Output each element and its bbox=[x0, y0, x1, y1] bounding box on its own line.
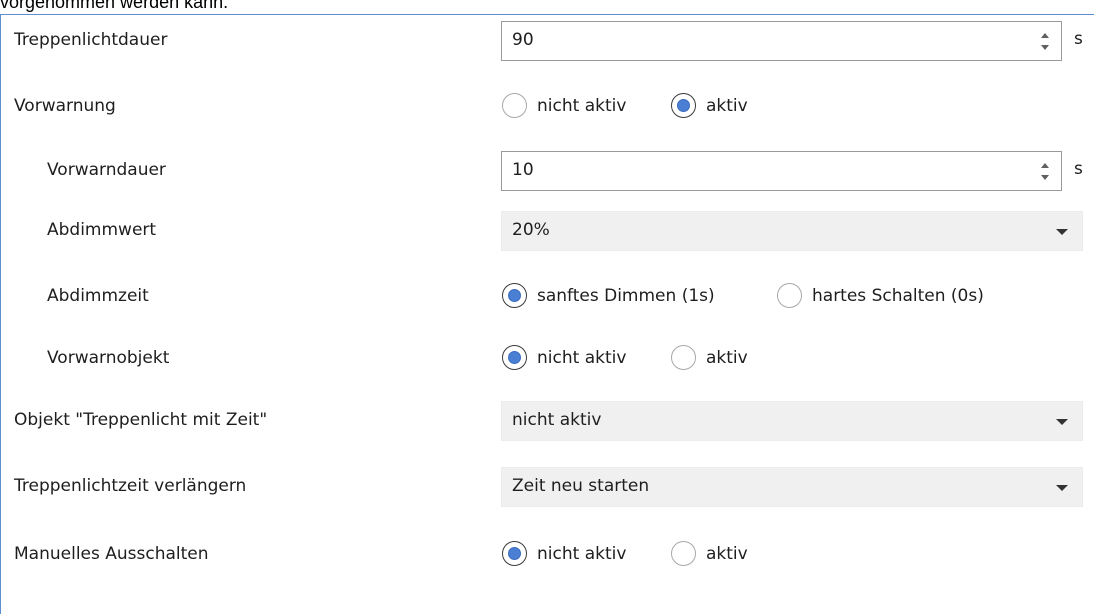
abdimmwert-dropdown[interactable]: 20% bbox=[501, 211, 1083, 251]
radio-checked-icon[interactable] bbox=[502, 541, 527, 566]
row-abdimmzeit: Abdimmzeit sanftes Dimmen (1s) hartes Sc… bbox=[1, 277, 1094, 317]
radio-label[interactable]: aktiv bbox=[706, 348, 748, 368]
label-manuelles-ausschalten: Manuelles Ausschalten bbox=[14, 544, 209, 564]
radio-unchecked-icon[interactable] bbox=[671, 541, 696, 566]
row-treppenlichtdauer: Treppenlichtdauer 90 s bbox=[1, 21, 1094, 61]
objekt-treppenlicht-selected-value[interactable]: nicht aktiv bbox=[512, 410, 601, 430]
label-vorwarndauer: Vorwarndauer bbox=[47, 160, 166, 180]
radio-label[interactable]: hartes Schalten (0s) bbox=[812, 286, 984, 306]
radio-label[interactable]: nicht aktiv bbox=[537, 96, 626, 116]
chevron-down-icon[interactable] bbox=[1056, 485, 1068, 491]
treppenlichtdauer-value[interactable]: 90 bbox=[512, 30, 534, 50]
vorwarndauer-value[interactable]: 10 bbox=[512, 160, 534, 180]
radio-unchecked-icon[interactable] bbox=[671, 345, 696, 370]
radio-label[interactable]: nicht aktiv bbox=[537, 544, 626, 564]
treppenlichtzeit-verlaengern-selected-value[interactable]: Zeit neu starten bbox=[512, 476, 649, 496]
row-vorwarnung: Vorwarnung nicht aktiv aktiv bbox=[1, 87, 1094, 127]
unit-seconds: s bbox=[1074, 159, 1083, 179]
unit-seconds: s bbox=[1074, 29, 1083, 49]
label-abdimmwert: Abdimmwert bbox=[47, 220, 157, 240]
radio-label[interactable]: nicht aktiv bbox=[537, 348, 626, 368]
vorwarndauer-spinbox[interactable]: 10 bbox=[501, 151, 1062, 191]
spin-down-icon[interactable] bbox=[1041, 175, 1049, 180]
row-treppenlichtzeit-verlaengern: Treppenlichtzeit verlängern Zeit neu sta… bbox=[1, 467, 1094, 507]
label-treppenlichtzeit-verlaengern: Treppenlichtzeit verlängern bbox=[14, 476, 247, 496]
radio-checked-icon[interactable] bbox=[671, 93, 696, 118]
parameter-panel: Treppenlichtdauer 90 s Vorwarnung nicht … bbox=[0, 14, 1094, 614]
radio-unchecked-icon[interactable] bbox=[502, 93, 527, 118]
treppenlichtdauer-spinbox[interactable]: 90 bbox=[501, 21, 1062, 61]
radio-label[interactable]: aktiv bbox=[706, 96, 748, 116]
spin-down-icon[interactable] bbox=[1041, 45, 1049, 50]
radio-unchecked-icon[interactable] bbox=[777, 283, 802, 308]
radio-label[interactable]: aktiv bbox=[706, 544, 748, 564]
label-objekt-treppenlicht-mit-zeit: Objekt "Treppenlicht mit Zeit" bbox=[14, 410, 268, 430]
label-vorwarnobjekt: Vorwarnobjekt bbox=[47, 348, 170, 368]
radio-checked-icon[interactable] bbox=[502, 283, 527, 308]
chevron-down-icon[interactable] bbox=[1056, 229, 1068, 235]
row-manuelles-ausschalten: Manuelles Ausschalten nicht aktiv aktiv bbox=[1, 535, 1094, 575]
radio-checked-icon[interactable] bbox=[502, 345, 527, 370]
abdimmwert-selected-value[interactable]: 20% bbox=[512, 220, 550, 240]
row-vorwarnobjekt: Vorwarnobjekt nicht aktiv aktiv bbox=[1, 339, 1094, 379]
label-vorwarnung: Vorwarnung bbox=[14, 96, 116, 116]
treppenlichtzeit-verlaengern-dropdown[interactable]: Zeit neu starten bbox=[501, 467, 1083, 507]
label-treppenlichtdauer: Treppenlichtdauer bbox=[14, 30, 168, 50]
row-abdimmwert: Abdimmwert 20% bbox=[1, 211, 1094, 251]
chevron-down-icon[interactable] bbox=[1056, 419, 1068, 425]
row-vorwarndauer: Vorwarndauer 10 s bbox=[1, 151, 1094, 191]
spin-up-icon[interactable] bbox=[1041, 163, 1049, 168]
label-abdimmzeit: Abdimmzeit bbox=[47, 286, 149, 306]
row-objekt-treppenlicht-mit-zeit: Objekt "Treppenlicht mit Zeit" nicht akt… bbox=[1, 401, 1094, 441]
radio-label[interactable]: sanftes Dimmen (1s) bbox=[537, 286, 715, 306]
objekt-treppenlicht-dropdown[interactable]: nicht aktiv bbox=[501, 401, 1083, 441]
spin-up-icon[interactable] bbox=[1041, 33, 1049, 38]
